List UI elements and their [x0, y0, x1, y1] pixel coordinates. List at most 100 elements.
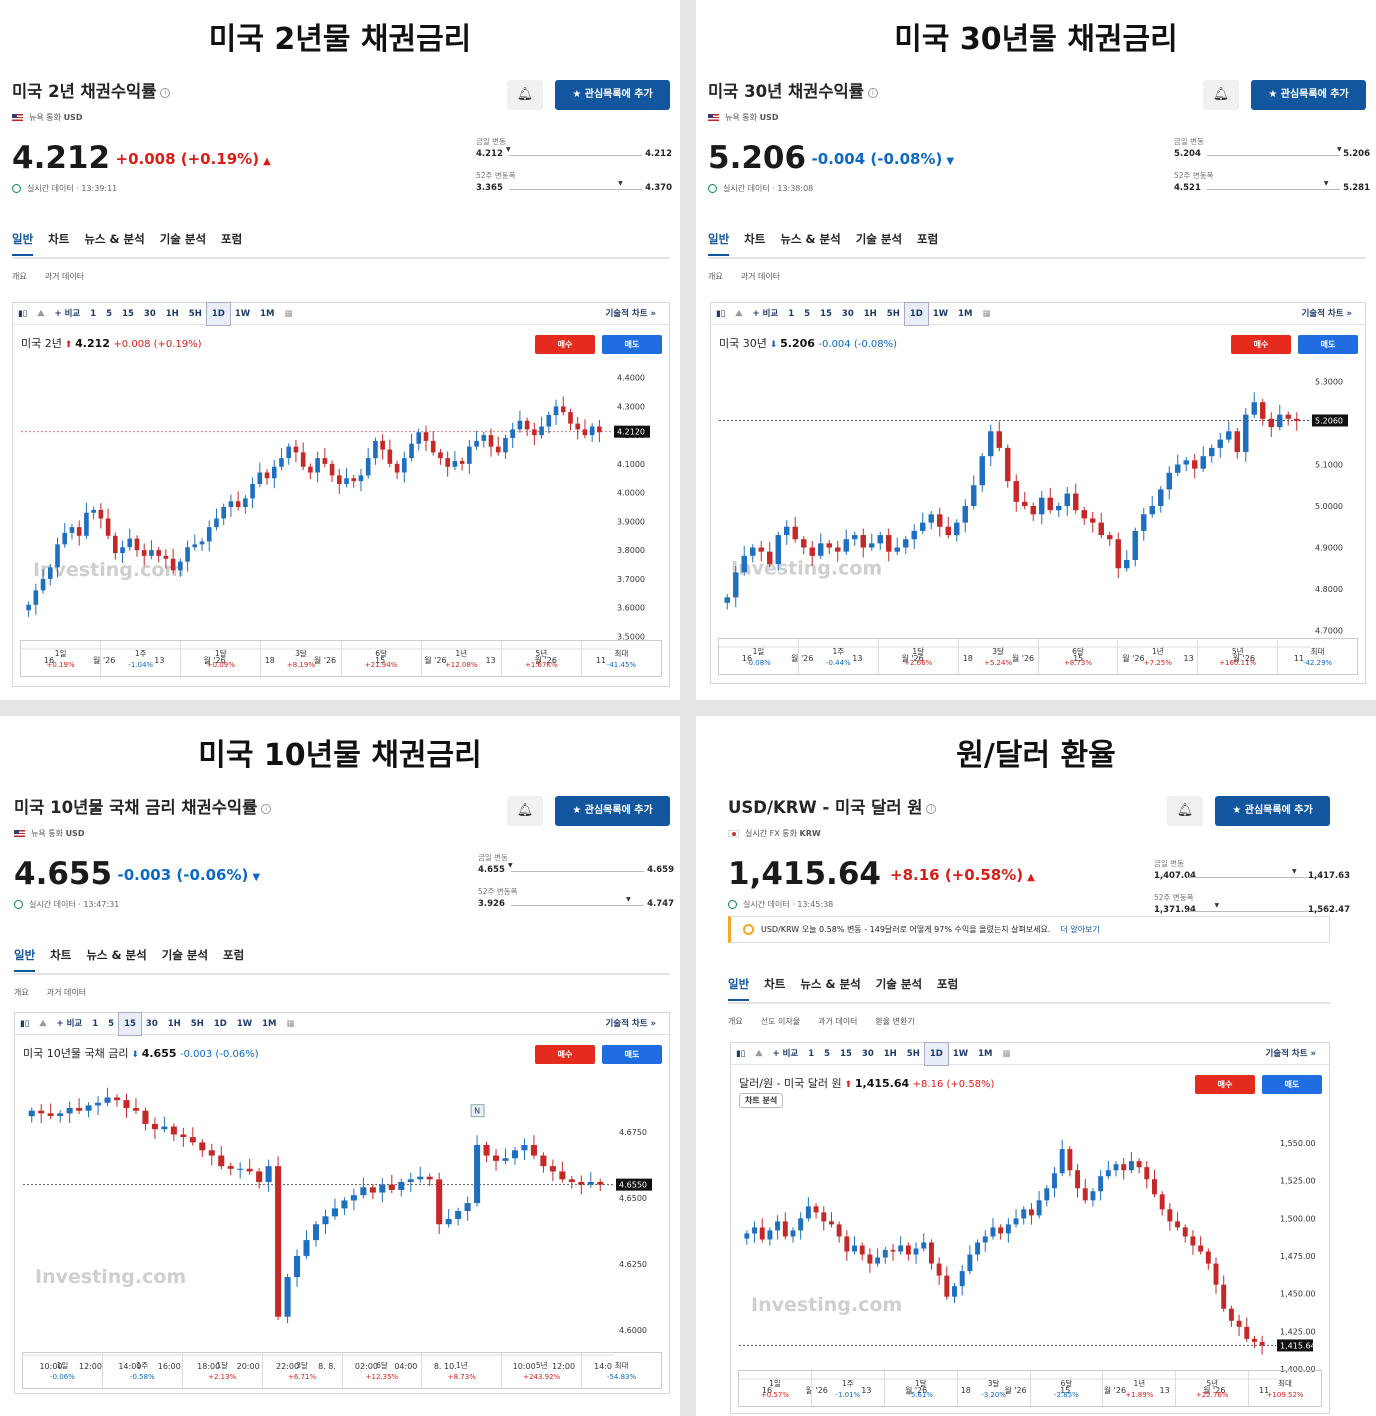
- period-cell[interactable]: 최대 -54.83%: [582, 1353, 661, 1388]
- interval-15[interactable]: 15: [118, 1012, 142, 1036]
- tab-1[interactable]: 차트: [50, 947, 71, 970]
- subtab-0[interactable]: 개요: [12, 272, 27, 281]
- interval-5H[interactable]: 5H: [882, 303, 905, 325]
- candlestick-type-icon[interactable]: ▮▯: [711, 303, 730, 325]
- grid-icon[interactable]: ▦: [279, 303, 297, 325]
- interval-1M[interactable]: 1M: [255, 303, 279, 325]
- subtab-1[interactable]: 과거 데이터: [45, 272, 84, 281]
- tab-4[interactable]: 포럼: [223, 947, 244, 970]
- period-cell[interactable]: 1일 -0.06%: [23, 1353, 103, 1388]
- period-cell[interactable]: 1년 +12.08%: [422, 641, 502, 676]
- interval-1W[interactable]: 1W: [948, 1043, 973, 1065]
- period-cell[interactable]: 1달 +2.66%: [879, 639, 959, 674]
- grid-icon[interactable]: ▦: [997, 1043, 1015, 1065]
- tab-2[interactable]: 뉴스 & 분석: [800, 976, 860, 999]
- period-cell[interactable]: 3달 +5.24%: [959, 639, 1039, 674]
- sell-button[interactable]: 매수: [1195, 1075, 1255, 1094]
- sell-button[interactable]: 매수: [1231, 335, 1291, 354]
- interval-5H[interactable]: 5H: [902, 1043, 925, 1065]
- price-chart[interactable]: 1,550.00 1,525.00 1,500.00 1,475.00 1,450.00…: [731, 1111, 1329, 1407]
- tab-3[interactable]: 기술 분석: [162, 947, 208, 970]
- price-chart[interactable]: 5.30005.20005.10005.00004.90004.80004.70…: [711, 361, 1365, 675]
- interval-1D[interactable]: 1D: [923, 1042, 949, 1066]
- area-type-icon[interactable]: ⛰︎: [730, 303, 747, 325]
- subtab-0[interactable]: 개요: [728, 1017, 743, 1026]
- technical-chart-link[interactable]: 기술적 차트 »: [600, 303, 661, 325]
- tab-4[interactable]: 포럼: [937, 976, 958, 999]
- interval-1D[interactable]: 1D: [903, 302, 929, 326]
- price-chart[interactable]: 4.40004.30004.20004.10004.00003.90003.80…: [13, 361, 669, 677]
- interval-30[interactable]: 30: [139, 303, 161, 325]
- tab-2[interactable]: 뉴스 & 분석: [780, 231, 840, 254]
- interval-15[interactable]: 15: [117, 303, 139, 325]
- period-cell[interactable]: 1달 +2.13%: [183, 1353, 263, 1388]
- interval-1M[interactable]: 1M: [257, 1013, 281, 1035]
- interval-15[interactable]: 15: [835, 1043, 857, 1065]
- period-cell[interactable]: 최대 -42.29%: [1278, 639, 1357, 674]
- sell-button[interactable]: 매수: [535, 1045, 595, 1064]
- buy-button[interactable]: 매도: [1262, 1075, 1322, 1094]
- grid-icon[interactable]: ▦: [281, 1013, 299, 1035]
- tab-0[interactable]: 일반: [12, 231, 34, 256]
- sell-button[interactable]: 매수: [535, 335, 595, 354]
- interval-1D[interactable]: 1D: [205, 302, 231, 326]
- interval-1W[interactable]: 1W: [928, 303, 953, 325]
- interval-1M[interactable]: 1M: [953, 303, 977, 325]
- period-cell[interactable]: 3달 +6.71%: [263, 1353, 343, 1388]
- candlestick-type-icon[interactable]: ▮▯: [13, 303, 32, 325]
- compare-button[interactable]: + 비교: [768, 1043, 804, 1065]
- subtab-1[interactable]: 과거 데이터: [47, 988, 86, 997]
- period-cell[interactable]: 1주 -0.58%: [103, 1353, 183, 1388]
- interval-5H[interactable]: 5H: [186, 1013, 209, 1035]
- interval-30[interactable]: 30: [141, 1013, 163, 1035]
- interval-5[interactable]: 5: [101, 303, 117, 325]
- period-cell[interactable]: 1주 -1.04%: [101, 641, 182, 676]
- interval-1H[interactable]: 1H: [879, 1043, 902, 1065]
- subtab-1[interactable]: 과거 데이터: [741, 272, 780, 281]
- price-chart[interactable]: 4.67504.65004.62504.600010:00 12:00 14:00 1…: [15, 1071, 669, 1383]
- interval-1[interactable]: 1: [803, 1043, 819, 1065]
- interval-5[interactable]: 5: [819, 1043, 835, 1065]
- technical-chart-link[interactable]: 기술적 차트 »: [600, 1013, 661, 1035]
- interval-1W[interactable]: 1W: [230, 303, 255, 325]
- info-icon[interactable]: i: [160, 87, 171, 98]
- interval-1M[interactable]: 1M: [973, 1043, 997, 1065]
- interval-1W[interactable]: 1W: [232, 1013, 257, 1035]
- period-cell[interactable]: 최대 +109.52%: [1249, 1371, 1321, 1406]
- alert-bell-button[interactable]: 🔔︎: [507, 80, 543, 110]
- interval-1H[interactable]: 1H: [161, 303, 184, 325]
- period-cell[interactable]: 3달 -3.20%: [958, 1371, 1031, 1406]
- tab-3[interactable]: 기술 분석: [160, 231, 206, 254]
- period-cell[interactable]: 1년 +1.89%: [1103, 1371, 1177, 1406]
- area-type-icon[interactable]: ⛰︎: [34, 1013, 51, 1035]
- interval-1[interactable]: 1: [783, 303, 799, 325]
- period-cell[interactable]: 1년 +8.73%: [422, 1353, 503, 1388]
- tab-1[interactable]: 차트: [744, 231, 765, 254]
- notice-more-link[interactable]: 더 알아보기: [1060, 925, 1099, 934]
- tab-2[interactable]: 뉴스 & 분석: [86, 947, 146, 970]
- period-cell[interactable]: 1달 +0.09%: [181, 641, 262, 676]
- period-cell[interactable]: 5년 +243.92%: [502, 1353, 583, 1388]
- interval-30[interactable]: 30: [857, 1043, 879, 1065]
- compare-button[interactable]: + 비교: [50, 303, 86, 325]
- subtab-3[interactable]: 환율 변환기: [875, 1017, 914, 1026]
- subtab-1[interactable]: 선도 이자율: [761, 1017, 800, 1026]
- tab-0[interactable]: 일반: [728, 976, 750, 1001]
- period-cell[interactable]: 1주 -0.44%: [799, 639, 879, 674]
- interval-1D[interactable]: 1D: [209, 1013, 232, 1035]
- grid-icon[interactable]: ▦: [977, 303, 995, 325]
- tab-2[interactable]: 뉴스 & 분석: [84, 231, 144, 254]
- period-cell[interactable]: 6달 -2.85%: [1031, 1371, 1104, 1406]
- tab-1[interactable]: 차트: [764, 976, 785, 999]
- alert-bell-button[interactable]: 🔔︎: [507, 796, 543, 826]
- info-icon[interactable]: i: [867, 87, 878, 98]
- period-cell[interactable]: 1일 +0.19%: [21, 641, 102, 676]
- alert-bell-button[interactable]: 🔔︎: [1203, 80, 1239, 110]
- compare-button[interactable]: + 비교: [748, 303, 784, 325]
- watchlist-button[interactable]: ★ 관심목록에 추가: [555, 796, 670, 826]
- tab-1[interactable]: 차트: [48, 231, 69, 254]
- watchlist-button[interactable]: ★ 관심목록에 추가: [1251, 80, 1366, 110]
- period-cell[interactable]: 5년 +160.11%: [1198, 639, 1279, 674]
- period-cell[interactable]: 최대 -41.45%: [582, 641, 661, 676]
- period-cell[interactable]: 1주 -1.01%: [812, 1371, 885, 1406]
